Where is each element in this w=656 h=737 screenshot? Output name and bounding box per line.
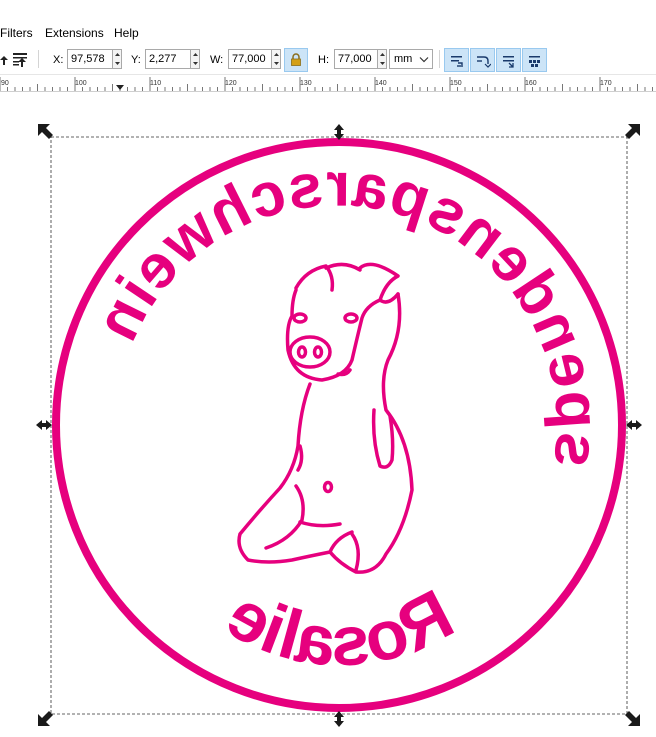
ruler-label: 120 xyxy=(225,80,237,87)
ruler-label: 130 xyxy=(300,80,312,87)
unit-select[interactable]: mm xyxy=(389,49,433,69)
lock-ratio-button[interactable] xyxy=(284,48,308,72)
resize-handle-bottom-icon[interactable] xyxy=(334,711,344,727)
increment-icon[interactable] xyxy=(379,50,386,59)
y-field[interactable]: 2,277 xyxy=(145,49,191,69)
mirrored-text-group: spendensparschwein Rosalie xyxy=(82,150,613,680)
h-label: H: xyxy=(318,54,329,66)
transform-patterns-toggle[interactable] xyxy=(522,48,547,72)
ruler-label: 110 xyxy=(150,80,162,87)
chevron-down-icon xyxy=(419,57,429,63)
tool-controls-bar: X: 97,578 Y: 2,277 W: 77,000 H: 77,000 m… xyxy=(0,46,656,75)
x-value: 97,578 xyxy=(71,53,105,65)
decrement-icon[interactable] xyxy=(379,59,386,68)
increment-icon[interactable] xyxy=(273,50,280,59)
increment-icon[interactable] xyxy=(192,50,199,59)
w-value: 77,000 xyxy=(232,53,266,65)
lock-icon xyxy=(291,53,301,66)
scale-stroke-icon xyxy=(451,56,463,67)
menu-extensions[interactable]: Extensions xyxy=(45,26,104,40)
x-field[interactable]: 97,578 xyxy=(67,49,113,69)
increment-icon[interactable] xyxy=(114,50,121,59)
ruler-label: 140 xyxy=(375,80,387,87)
w-field[interactable]: 77,000 xyxy=(228,49,272,69)
ruler-label: 160 xyxy=(525,80,537,87)
h-field[interactable]: 77,000 xyxy=(334,49,378,69)
ruler-label: 90 xyxy=(1,80,9,87)
unit-value: mm xyxy=(394,53,413,65)
drawing-canvas[interactable]: spendensparschwein Rosalie xyxy=(0,92,656,737)
resize-handle-tl-icon[interactable] xyxy=(38,124,53,139)
decrement-icon[interactable] xyxy=(192,59,199,68)
ruler-label: 150 xyxy=(450,80,462,87)
toolbar-separator xyxy=(38,50,39,68)
stamp-bottom-text: Rosalie xyxy=(215,574,465,680)
decrement-icon[interactable] xyxy=(114,59,121,68)
resize-handle-top-icon[interactable] xyxy=(334,124,344,140)
toolbar-separator xyxy=(439,50,440,68)
pig-illustration xyxy=(237,262,414,574)
menu-bar: Filters Extensions Help xyxy=(0,0,656,46)
stamp-artwork[interactable]: spendensparschwein Rosalie xyxy=(0,92,656,737)
transform-gradients-icon xyxy=(503,56,514,68)
ruler-label: 100 xyxy=(75,80,87,87)
w-stepper[interactable] xyxy=(272,49,281,69)
scale-corners-toggle[interactable] xyxy=(470,48,495,72)
h-stepper[interactable] xyxy=(378,49,387,69)
transform-gradients-toggle[interactable] xyxy=(496,48,521,72)
ruler-ticks xyxy=(0,77,653,91)
resize-handle-left-icon[interactable] xyxy=(36,420,52,430)
horizontal-ruler[interactable]: 90 100 110 120 130 140 150 160 170 xyxy=(0,75,656,92)
scale-corners-icon xyxy=(477,56,491,68)
h-value: 77,000 xyxy=(338,53,372,65)
raise-selection-icon[interactable] xyxy=(0,52,12,68)
menu-help[interactable]: Help xyxy=(114,26,139,40)
y-value: 2,277 xyxy=(149,53,177,65)
transform-patterns-icon xyxy=(529,56,540,67)
raise-to-top-icon[interactable] xyxy=(12,52,28,68)
scale-stroke-toggle[interactable] xyxy=(444,48,469,72)
ruler-pointer-icon xyxy=(116,85,124,90)
resize-handle-right-icon[interactable] xyxy=(626,420,642,430)
w-label: W: xyxy=(210,54,224,66)
resize-handle-br-icon[interactable] xyxy=(625,711,640,726)
menu-filters[interactable]: Filters xyxy=(0,26,33,40)
stamp-top-text: spendensparschwein xyxy=(82,150,613,470)
resize-handle-bl-icon[interactable] xyxy=(38,711,53,726)
decrement-icon[interactable] xyxy=(273,59,280,68)
ruler-label: 170 xyxy=(600,80,612,87)
x-stepper[interactable] xyxy=(113,49,122,69)
y-stepper[interactable] xyxy=(191,49,200,69)
y-label: Y: xyxy=(131,54,141,66)
resize-handle-tr-icon[interactable] xyxy=(625,124,640,139)
x-label: X: xyxy=(53,54,64,66)
